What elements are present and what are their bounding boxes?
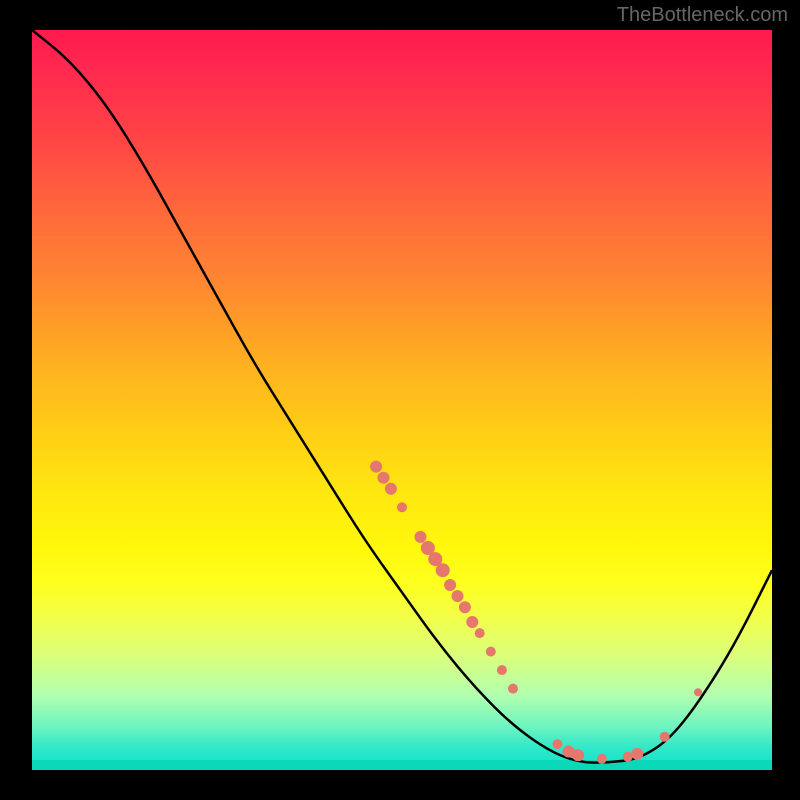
data-point	[452, 590, 464, 602]
data-point	[415, 531, 427, 543]
data-point	[508, 684, 518, 694]
data-point	[694, 688, 702, 696]
attribution-text: TheBottleneck.com	[617, 4, 788, 27]
data-point	[497, 665, 507, 675]
data-point	[660, 732, 670, 742]
data-point	[378, 472, 390, 484]
data-point	[370, 461, 382, 473]
data-points-cluster-ascending	[694, 688, 702, 696]
chart-plot-area	[32, 30, 772, 770]
data-point	[466, 616, 478, 628]
data-point	[552, 739, 562, 749]
data-point	[631, 748, 643, 760]
data-point	[444, 579, 456, 591]
bottleneck-curve	[32, 30, 772, 763]
data-point	[459, 601, 471, 613]
data-point	[597, 754, 607, 764]
data-point	[572, 749, 584, 761]
data-point	[486, 647, 496, 657]
data-point	[475, 628, 485, 638]
chart-svg	[32, 30, 772, 770]
data-point	[623, 752, 633, 762]
data-point	[385, 483, 397, 495]
data-point	[397, 502, 407, 512]
data-point	[436, 563, 450, 577]
